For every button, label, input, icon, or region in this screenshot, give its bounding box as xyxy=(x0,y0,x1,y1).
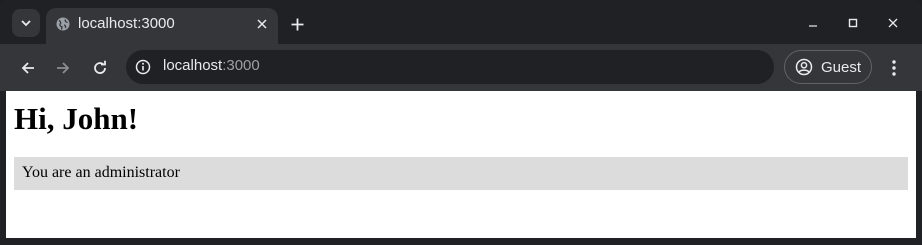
tab-strip: localhost:3000 xyxy=(0,0,922,44)
chevron-down-icon xyxy=(21,20,31,27)
maximize-button[interactable] xyxy=(844,14,862,32)
menu-button[interactable] xyxy=(882,56,906,80)
browser-window: localhost:3000 localhost:3000 Guest Hi, … xyxy=(0,0,922,245)
reload-button[interactable] xyxy=(88,56,112,80)
profile-button[interactable]: Guest xyxy=(784,50,872,84)
profile-label: Guest xyxy=(821,58,862,76)
new-tab-button[interactable] xyxy=(286,13,308,35)
plus-icon xyxy=(291,18,303,30)
minimize-icon xyxy=(809,25,817,27)
forward-button[interactable] xyxy=(51,56,75,80)
url-host: localhost xyxy=(163,57,223,74)
tab-close-button[interactable] xyxy=(254,16,270,32)
person-circle-icon xyxy=(795,58,813,76)
arrow-left-icon xyxy=(21,62,34,74)
address-url[interactable]: localhost:3000 xyxy=(163,57,260,74)
arrow-right-icon xyxy=(57,62,70,74)
globe-icon xyxy=(56,17,70,31)
tab-active[interactable]: localhost:3000 xyxy=(46,8,278,44)
maximize-icon xyxy=(848,18,858,28)
address-bar[interactable]: localhost:3000 xyxy=(126,50,774,84)
back-button[interactable] xyxy=(16,56,40,80)
page-heading: Hi, John! xyxy=(14,101,139,136)
tab-search-button[interactable] xyxy=(12,9,40,37)
reload-icon xyxy=(94,60,106,74)
close-icon xyxy=(888,18,898,28)
tab-title: localhost:3000 xyxy=(78,15,175,32)
role-banner: You are an administrator xyxy=(14,157,908,190)
kebab-menu-icon xyxy=(892,60,896,76)
url-port: :3000 xyxy=(222,57,260,74)
close-window-button[interactable] xyxy=(884,14,902,32)
role-message: You are an administrator xyxy=(22,164,180,181)
page-content: Hi, John! You are an administrator xyxy=(6,91,916,238)
toolbar: localhost:3000 Guest xyxy=(0,44,922,91)
info-icon[interactable] xyxy=(135,59,151,75)
minimize-button[interactable] xyxy=(804,14,822,32)
close-icon xyxy=(257,19,267,29)
